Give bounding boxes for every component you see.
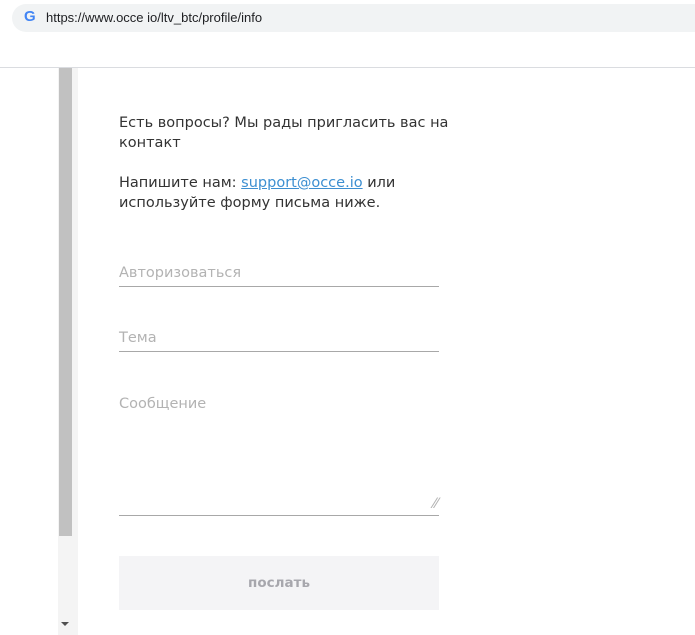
contact-text: Напишите нам: support@occe.io или исполь…	[119, 173, 449, 213]
message-textarea[interactable]: Сообщение ⁄⁄	[119, 393, 439, 516]
intro-text: Есть вопросы? Мы рады пригласить вас на …	[119, 115, 449, 151]
message-placeholder: Сообщение	[119, 396, 207, 412]
scrollbar-thumb[interactable]	[59, 68, 72, 536]
write-prefix: Напишите нам:	[119, 175, 242, 191]
resize-handle-icon[interactable]: ⁄⁄	[433, 496, 438, 512]
support-email-link[interactable]: support@occe.io	[241, 175, 362, 191]
subject-placeholder: Тема	[119, 330, 157, 346]
url-text[interactable]: https://www.occe io/ltv_btc/profile/info	[46, 10, 262, 25]
login-input[interactable]: Авторизоваться	[119, 262, 439, 287]
login-placeholder: Авторизоваться	[119, 265, 242, 281]
google-icon: G	[24, 8, 36, 25]
scroll-down-arrow-icon[interactable]	[61, 622, 69, 626]
subject-input[interactable]: Тема	[119, 327, 439, 352]
divider	[0, 67, 695, 68]
submit-button[interactable]: послать	[119, 556, 439, 610]
